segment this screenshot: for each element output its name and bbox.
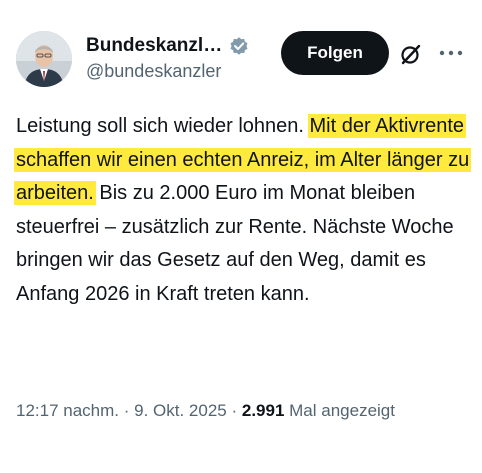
follow-button[interactable]: Folgen bbox=[281, 31, 389, 75]
author-name-row[interactable]: Bundeskanzl… bbox=[86, 33, 250, 59]
meta-separator: · bbox=[226, 401, 242, 420]
tweet-text-intro: Leistung soll sich wieder lohnen. bbox=[16, 115, 310, 137]
display-name[interactable]: Bundeskanzl… bbox=[86, 35, 222, 57]
meta-separator: · bbox=[119, 401, 135, 420]
tweet-text: Leistung soll sich wieder lohnen. Mit de… bbox=[14, 110, 472, 312]
tweet-date[interactable]: 9. Okt. 2025 bbox=[134, 401, 227, 420]
author-handle[interactable]: @bundeskanzler bbox=[86, 61, 221, 82]
verified-badge-icon bbox=[228, 35, 250, 57]
views-count: 2.991 bbox=[241, 401, 285, 420]
avatar[interactable] bbox=[16, 31, 72, 87]
grok-icon[interactable] bbox=[399, 42, 423, 66]
tweet-meta: 12:17 nachm. · 9. Okt. 2025 · 2.991 Mal … bbox=[16, 398, 466, 424]
views-label: Mal angezeigt bbox=[289, 401, 395, 420]
tweet-time[interactable]: 12:17 nachm. bbox=[16, 401, 119, 420]
more-icon[interactable] bbox=[437, 43, 465, 63]
